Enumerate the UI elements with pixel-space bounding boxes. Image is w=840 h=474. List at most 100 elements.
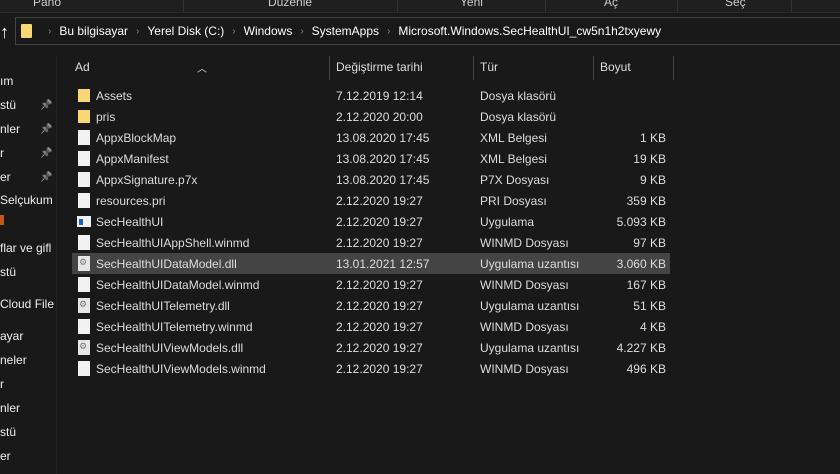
chevron-right-icon[interactable]: › [136, 26, 139, 37]
sidebar-item[interactable]: ım [0, 74, 13, 88]
file-row[interactable]: pris 2.12.2020 20:00 Dosya klasörü [72, 106, 670, 127]
sidebar-item[interactable]: er [0, 170, 11, 184]
file-size: 4.227 KB [616, 341, 666, 355]
file-icon [78, 235, 90, 250]
file-row[interactable]: resources.pri 2.12.2020 19:27 PRI Dosyas… [72, 190, 670, 211]
ribbon-group-sec[interactable]: Seç [725, 0, 746, 9]
sidebar-marker [0, 215, 4, 225]
app-icon [77, 216, 91, 227]
column-type[interactable]: Tür [480, 60, 498, 74]
file-row[interactable]: Assets 7.12.2019 12:14 Dosya klasörü [72, 85, 670, 106]
ribbon: Pano Düzenle Yeni Aç Seç [0, 0, 840, 13]
ribbon-group-duzenle[interactable]: Düzenle [268, 0, 312, 9]
breadcrumb-item[interactable]: SystemApps [312, 24, 379, 38]
file-name: SecHealthUIViewModels.winmd [96, 362, 266, 376]
chevron-right-icon[interactable]: › [387, 26, 390, 37]
file-size: 167 KB [626, 278, 666, 292]
file-row[interactable]: SecHealthUI 2.12.2020 19:27 Uygulama 5.0… [72, 211, 670, 232]
file-icon [78, 277, 90, 292]
pin-icon[interactable]: 📌 [40, 100, 52, 111]
file-type: WINMD Dosyası [480, 236, 569, 250]
file-name: Assets [96, 89, 133, 103]
file-icon [78, 319, 90, 334]
file-row[interactable]: AppxBlockMap 13.08.2020 17:45 XML Belges… [72, 127, 670, 148]
sidebar-item[interactable]: stü [0, 98, 16, 112]
chevron-right-icon[interactable]: › [300, 26, 303, 37]
file-date: 13.08.2020 17:45 [336, 131, 430, 145]
chevron-right-icon[interactable]: › [232, 26, 235, 37]
file-name: SecHealthUIDataModel.winmd [96, 278, 260, 292]
sidebar-item[interactable]: neler [0, 353, 27, 367]
file-date: 2.12.2020 19:27 [336, 236, 423, 250]
pin-icon[interactable]: 📌 [40, 172, 52, 183]
column-size[interactable]: Boyut [600, 60, 631, 74]
column-name[interactable]: Ad [75, 60, 90, 74]
file-row[interactable]: SecHealthUIViewModels.winmd 2.12.2020 19… [72, 358, 670, 379]
file-size: 9 KB [639, 173, 666, 187]
ribbon-group-yeni[interactable]: Yeni [460, 0, 483, 9]
file-type: Uygulama uzantısı [480, 341, 580, 355]
breadcrumb-item[interactable]: Yerel Disk (C:) [147, 24, 224, 38]
breadcrumb-item[interactable]: Windows [244, 24, 293, 38]
file-size: 51 KB [633, 299, 666, 313]
file-type: Uygulama uzantısı [480, 299, 580, 313]
file-name: SecHealthUITelemetry.winmd [96, 320, 253, 334]
sidebar-item[interactable]: Cloud File [0, 297, 54, 311]
sidebar-item[interactable]: flar ve gifl [0, 241, 51, 255]
sidebar-item[interactable]: r [0, 146, 4, 160]
file-date: 2.12.2020 19:27 [336, 362, 423, 376]
address-bar[interactable]: › Bu bilgisayar › Yerel Disk (C:) › Windows › S… [15, 17, 840, 45]
file-size: 3.060 KB [616, 257, 666, 271]
sidebar-item[interactable]: Selçukum [0, 193, 53, 207]
up-arrow-button[interactable]: ↑ [0, 22, 9, 43]
sidebar-item[interactable]: stü [0, 425, 16, 439]
pin-icon[interactable]: 📌 [40, 148, 52, 159]
file-name: SecHealthUITelemetry.dll [96, 299, 230, 313]
file-date: 13.08.2020 17:45 [336, 152, 430, 166]
dll-icon [78, 340, 90, 355]
file-date: 2.12.2020 19:27 [336, 278, 423, 292]
pin-icon[interactable]: 📌 [40, 124, 52, 135]
folder-icon [78, 110, 90, 123]
file-icon [78, 172, 90, 187]
sidebar-item[interactable]: stü [0, 265, 16, 279]
file-type: XML Belgesi [480, 131, 547, 145]
sidebar-item[interactable]: nler [0, 122, 20, 136]
chevron-right-icon[interactable]: › [48, 26, 51, 37]
file-size: 97 KB [633, 236, 666, 250]
file-row[interactable]: SecHealthUIViewModels.dll 2.12.2020 19:2… [72, 337, 670, 358]
file-row[interactable]: SecHealthUITelemetry.winmd 2.12.2020 19:… [72, 316, 670, 337]
file-icon [78, 193, 90, 208]
file-row[interactable]: SecHealthUIAppShell.winmd 2.12.2020 19:2… [72, 232, 670, 253]
dll-icon [78, 256, 90, 271]
breadcrumb-item[interactable]: Bu bilgisayar [59, 24, 128, 38]
sidebar-item[interactable]: nler [0, 401, 20, 415]
file-row[interactable]: AppxManifest 13.08.2020 17:45 XML Belges… [72, 148, 670, 169]
ribbon-group-pano[interactable]: Pano [33, 0, 61, 9]
file-type: Dosya klasörü [480, 110, 557, 124]
sidebar-item[interactable]: ayar [0, 329, 23, 343]
file-row[interactable]: SecHealthUIDataModel.dll 13.01.2021 12:5… [72, 253, 670, 274]
breadcrumb-item[interactable]: Microsoft.Windows.SecHealthUI_cw5n1h2txy… [398, 24, 661, 38]
file-row[interactable]: SecHealthUITelemetry.dll 2.12.2020 19:27… [72, 295, 670, 316]
file-type: Dosya klasörü [480, 89, 557, 103]
file-icon [78, 130, 90, 145]
file-row[interactable]: SecHealthUIDataModel.winmd 2.12.2020 19:… [72, 274, 670, 295]
file-date: 2.12.2020 19:27 [336, 215, 423, 229]
sort-ascending-icon: ︿ [197, 64, 207, 75]
sidebar-item[interactable]: r [0, 377, 4, 391]
file-row[interactable]: AppxSignature.p7x 13.08.2020 17:45 P7X D… [72, 169, 670, 190]
folder-icon [21, 24, 32, 38]
file-type: WINMD Dosyası [480, 278, 569, 292]
file-name: SecHealthUIDataModel.dll [96, 257, 237, 271]
column-date[interactable]: Değiştirme tarihi [336, 60, 423, 74]
sidebar-item[interactable]: er [0, 449, 11, 463]
dll-icon [78, 298, 90, 313]
file-type: P7X Dosyası [480, 173, 550, 187]
file-type: XML Belgesi [480, 152, 547, 166]
file-type: PRI Dosyası [480, 194, 547, 208]
folder-icon [78, 89, 90, 102]
file-icon [78, 151, 90, 166]
ribbon-group-ac[interactable]: Aç [604, 0, 618, 9]
file-name: pris [96, 110, 116, 124]
